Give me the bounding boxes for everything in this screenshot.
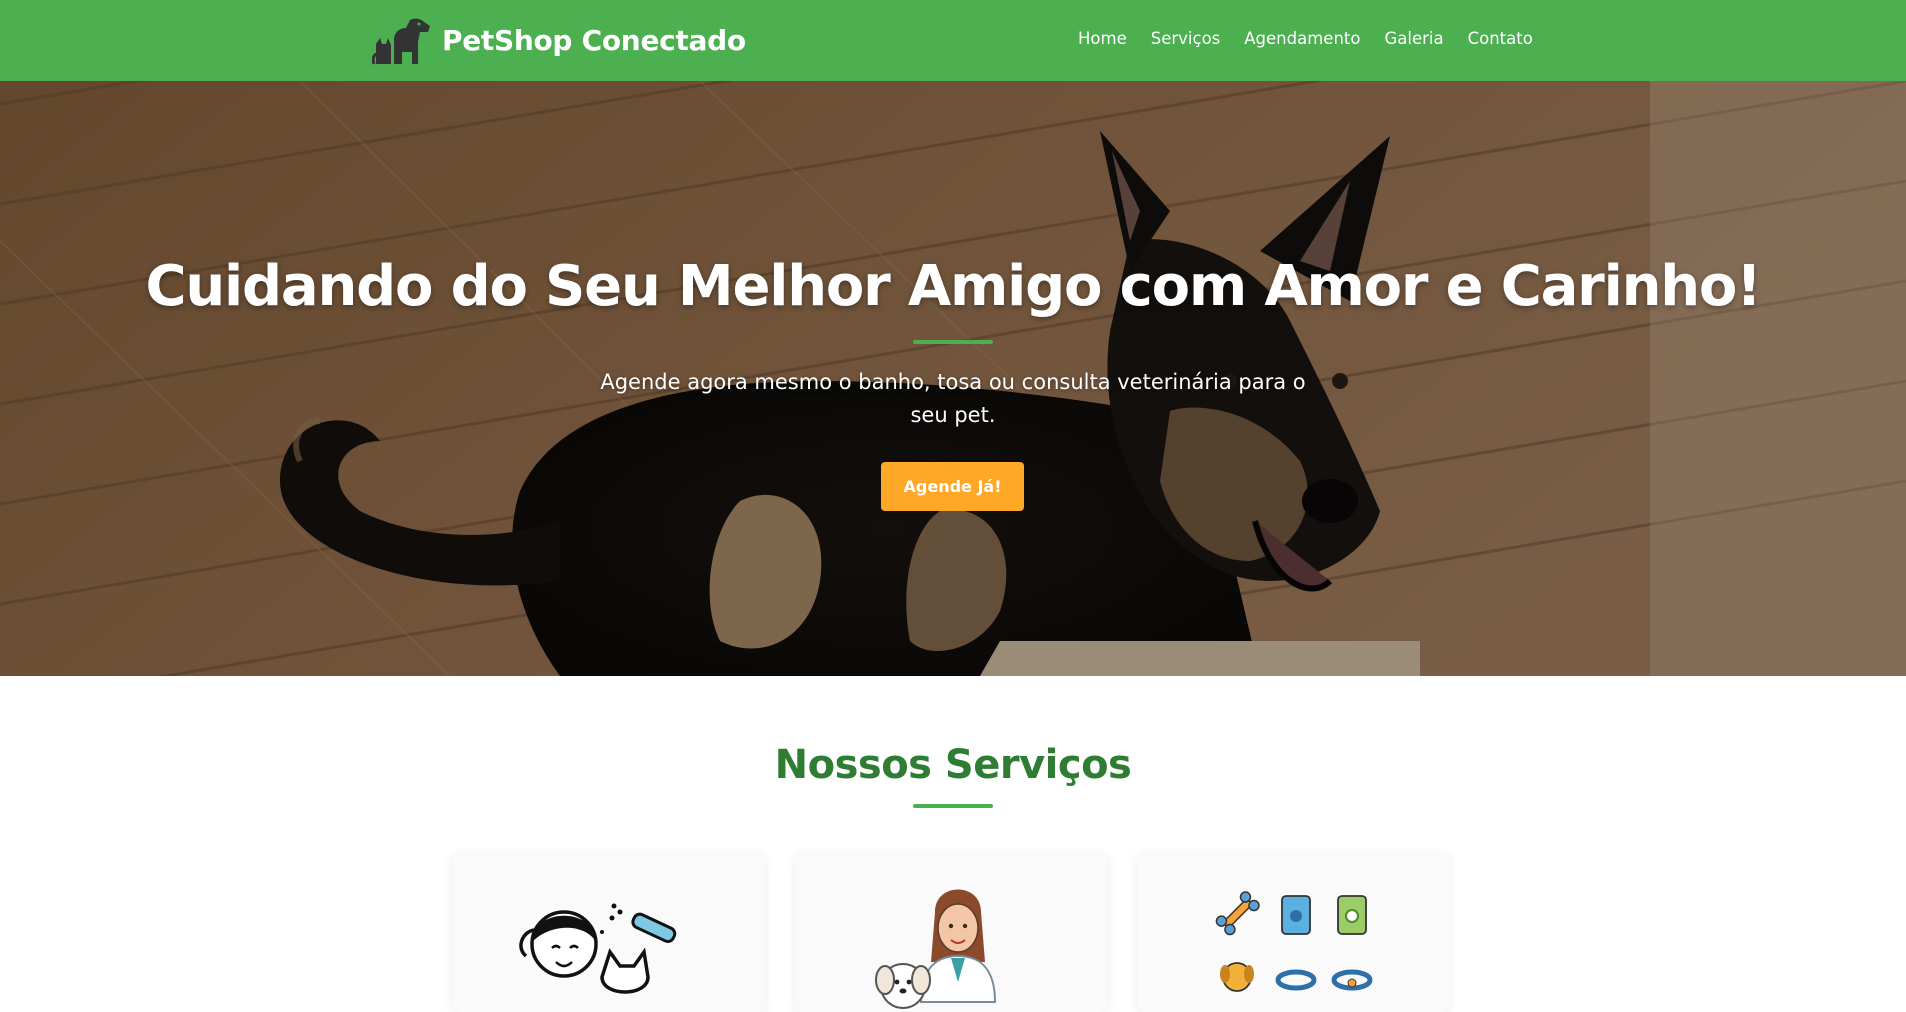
services-title: Nossos Serviços — [774, 742, 1132, 788]
services-title-underline — [913, 804, 993, 808]
brand[interactable]: PetShop Conectado — [372, 14, 746, 66]
nav-contato[interactable]: Contato — [1468, 26, 1533, 52]
dog-cat-logo-icon — [372, 18, 430, 65]
schedule-now-button[interactable]: Agende Já! — [881, 462, 1024, 511]
nav-home[interactable]: Home — [1078, 26, 1127, 52]
main-nav: Home Serviços Agendamento Galeria Contat… — [1078, 26, 1557, 52]
groomer-brushing-cat-illustration — [519, 903, 677, 994]
brand-name: PetShop Conectado — [442, 23, 746, 57]
veterinarian-with-puppy-illustration — [875, 889, 997, 1009]
hero-title-underline — [913, 340, 993, 344]
nav-servicos[interactable]: Serviços — [1151, 26, 1221, 52]
service-card-grooming[interactable] — [452, 852, 765, 1012]
hero-title: Cuidando do Seu Melhor Amigo com Amor e … — [145, 254, 1761, 319]
hero-subtitle: Agende agora mesmo o banho, tosa ou cons… — [600, 370, 1306, 427]
nav-galeria[interactable]: Galeria — [1384, 26, 1443, 52]
site-header: PetShop Conectado Home Serviços Agendame… — [0, 0, 1906, 81]
hero-section: Cuidando do Seu Melhor Amigo com Amor e … — [0, 81, 1906, 676]
service-card-products[interactable] — [1137, 852, 1450, 1012]
pet-products-icons-illustration — [1215, 891, 1373, 992]
nav-agendamento[interactable]: Agendamento — [1244, 26, 1360, 52]
service-card-veterinary[interactable] — [795, 852, 1108, 1012]
